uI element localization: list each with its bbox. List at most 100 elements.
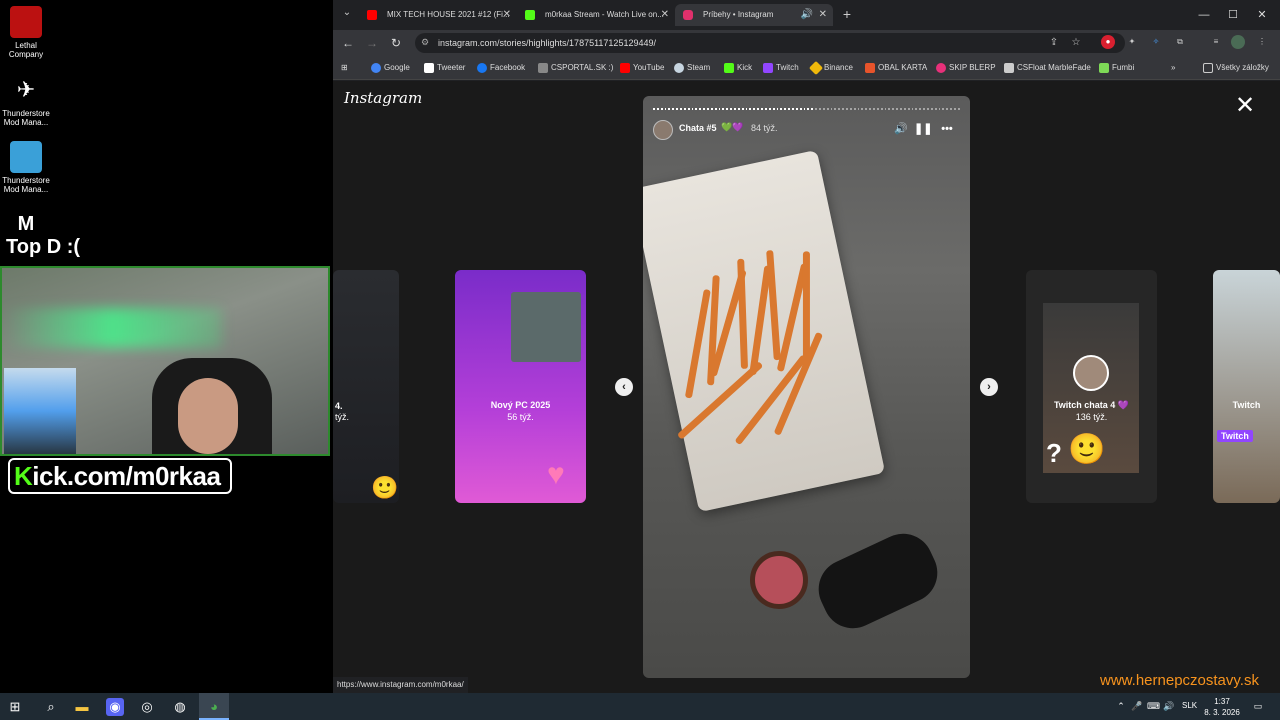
windows-start-icon[interactable]: ⊞ — [6, 698, 24, 716]
bookmark-twitch[interactable]: Twitch — [763, 61, 799, 75]
bookmark-fumbi[interactable]: Fumbi — [1099, 61, 1134, 75]
bookmark-youtube[interactable]: YouTube — [620, 61, 664, 75]
menu-icon[interactable]: ⋮ — [1255, 35, 1269, 49]
tab-youtube[interactable]: MIX TECH HOUSE 2021 #12 (Fi... ✕ — [359, 4, 517, 26]
story-card-next[interactable]: Twitch chata 4 💜 136 týž. ? 🙂 — [1026, 270, 1157, 503]
more-options-icon[interactable]: ••• — [938, 120, 956, 138]
extension-icon[interactable]: ● — [1101, 35, 1115, 49]
language-indicator[interactable]: SLK — [1182, 701, 1197, 710]
story-username[interactable]: Chata #5 — [679, 123, 717, 133]
close-window-icon[interactable]: ✕ — [1253, 6, 1271, 24]
heart-hands-icon: ♥ — [547, 458, 565, 491]
story-card-previous[interactable]: Nový PC 2025 56 týž. ♥ — [455, 270, 586, 503]
tab-close-icon[interactable]: ✕ — [503, 4, 511, 26]
minimize-icon[interactable]: — — [1195, 6, 1213, 24]
extension-icon[interactable]: ✧ — [1149, 35, 1163, 49]
bookmark-obal-karta[interactable]: OBAL KARTA — [865, 61, 927, 75]
active-story[interactable]: Chata #5 💚💜 84 týž. 🔊 ❚❚ ••• — [643, 96, 970, 678]
bookmark-facebook[interactable]: Facebook — [477, 61, 525, 75]
avatar[interactable] — [653, 120, 673, 140]
extension-icon[interactable]: ✦ — [1125, 35, 1139, 49]
steam-icon[interactable]: ◎ — [138, 698, 156, 716]
bookmark-star-icon[interactable]: ☆ — [1069, 36, 1083, 50]
instagram-story-viewer: Instagram ✕ 4. týž. 🙂 Nový PC 2025 56 tý… — [333, 81, 1280, 693]
address-bar-url[interactable]: instagram.com/stories/highlights/1787511… — [438, 33, 656, 53]
back-icon[interactable]: ← — [339, 34, 357, 52]
install-app-icon[interactable]: ⇪ — [1047, 36, 1061, 50]
bookmark-csportal[interactable]: CSPORTAL.SK :) — [538, 61, 613, 75]
tray-overflow-icon[interactable]: ⌃ — [1115, 700, 1127, 712]
bookmark-kick[interactable]: Kick — [724, 61, 752, 75]
close-viewer-icon[interactable]: ✕ — [1233, 94, 1257, 119]
bookmark-binance[interactable]: Binance — [808, 60, 853, 76]
youtube-icon — [620, 63, 630, 73]
desktop-icon-thunderstore-2[interactable]: Thunderstore Mod Mana... — [0, 141, 52, 194]
media-icon[interactable]: ≡ — [1209, 35, 1223, 49]
obs-icon[interactable]: ◍ — [171, 698, 189, 716]
next-story-button[interactable]: › — [980, 378, 998, 396]
desktop-icon-label: Thunderstore Mod Mana... — [2, 109, 50, 127]
desktop-icon-lethal-company[interactable]: Lethal Company — [0, 6, 52, 59]
clock[interactable]: 1:37 8. 3. 2026 — [1202, 696, 1242, 718]
notification-icon[interactable]: ▭ — [1252, 700, 1264, 712]
speaker-icon[interactable]: 🔊 — [801, 4, 813, 26]
tab-close-icon[interactable]: ✕ — [819, 4, 827, 26]
chrome-icon[interactable]: ◕ — [205, 698, 223, 716]
story-card-time: 56 týž. — [507, 412, 534, 422]
bookmark-label: Facebook — [490, 63, 526, 72]
pause-icon[interactable]: ❚❚ — [914, 120, 932, 138]
tab-close-icon[interactable]: ✕ — [661, 4, 669, 26]
address-bar[interactable]: ⚙ instagram.com/stories/highlights/17875… — [415, 33, 1125, 53]
bookmark-tweeter[interactable]: Tweeter — [424, 61, 465, 75]
forward-icon[interactable]: → — [363, 34, 381, 52]
avatar — [1073, 355, 1109, 391]
x-icon — [424, 63, 434, 73]
search-icon[interactable]: ⌕ — [42, 698, 60, 716]
bookmark-skip-blerp[interactable]: SKIP BLERP — [936, 61, 996, 75]
apps-grid-icon[interactable]: ⊞ — [341, 61, 348, 75]
story-card-left[interactable]: 4. týž. 🙂 — [333, 270, 399, 503]
story-card-title: 4. — [335, 401, 343, 411]
tab-kick[interactable]: m0rkaa Stream - Watch Live on... ✕ — [517, 4, 675, 26]
bookmark-csfloat[interactable]: CSFloat MarbleFade — [1004, 61, 1091, 75]
bookmark-steam[interactable]: Steam — [674, 61, 710, 75]
csfloat-icon — [1004, 63, 1014, 73]
bookmark-label: CSPORTAL.SK :) — [551, 63, 614, 72]
story-card-title: Twitch — [1232, 400, 1261, 410]
new-tab-button[interactable]: + — [838, 6, 856, 24]
tab-title: m0rkaa Stream - Watch Live on... — [545, 10, 664, 19]
network-icon[interactable]: ⌨ — [1147, 700, 1160, 712]
tab-search-icon[interactable]: ⌄ — [339, 7, 355, 23]
bookmark-label: Steam — [687, 63, 711, 72]
clock-time: 1:37 — [1214, 697, 1230, 706]
kick-banner-text: Kick.com/m0rkaa — [14, 461, 221, 491]
story-time: 84 týž. — [751, 123, 778, 133]
bookmark-label: YouTube — [633, 63, 665, 72]
kick-icon — [724, 63, 734, 73]
bookmark-label: Tweeter — [437, 63, 466, 72]
bookmarks-overflow-icon[interactable]: » — [1171, 61, 1175, 75]
thunderstore-icon — [10, 141, 42, 173]
volume-icon[interactable]: 🔊 — [1163, 700, 1175, 712]
discord-icon[interactable]: ◉ — [106, 698, 124, 716]
steam-icon — [674, 63, 684, 73]
all-bookmarks[interactable]: Všetky záložky — [1203, 61, 1269, 75]
file-explorer-icon[interactable]: ▬ — [73, 698, 91, 716]
desktop-icon-thunderstore-1[interactable]: ✈ Thunderstore Mod Mana... — [0, 74, 52, 127]
tab-instagram[interactable]: Príbehy • Instagram 🔊 ✕ — [675, 4, 833, 26]
bookmark-google[interactable]: Google — [371, 61, 410, 75]
extensions-puzzle-icon[interactable]: ⧉ — [1173, 35, 1187, 49]
profile-avatar[interactable] — [1231, 35, 1245, 49]
story-card-far-right[interactable]: Twitch Twitch — [1213, 270, 1280, 503]
reload-icon[interactable]: ↻ — [387, 34, 405, 52]
site-info-icon[interactable]: ⚙ — [421, 37, 433, 49]
all-bookmarks-label: Všetky záložky — [1216, 63, 1269, 72]
volume-icon[interactable]: 🔊 — [892, 120, 910, 138]
instagram-logo[interactable]: Instagram — [344, 89, 422, 107]
desktop: Lethal Company ✈ Thunderstore Mod Mana..… — [0, 0, 333, 693]
blerp-icon — [936, 63, 946, 73]
tab-title: MIX TECH HOUSE 2021 #12 (Fi... — [387, 10, 510, 19]
microphone-icon[interactable]: 🎤 — [1131, 700, 1143, 712]
maximize-icon[interactable]: ☐ — [1224, 6, 1242, 24]
previous-story-button[interactable]: ‹ — [615, 378, 633, 396]
